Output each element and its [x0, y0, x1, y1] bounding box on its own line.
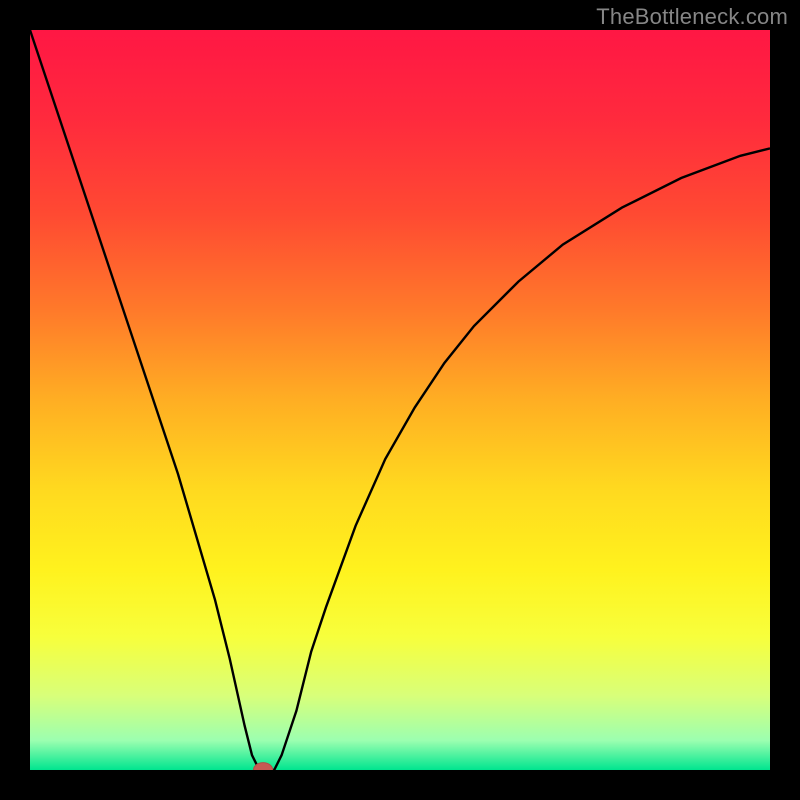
bottleneck-chart — [0, 0, 800, 800]
gradient-background — [30, 30, 770, 770]
optimal-point-marker — [254, 763, 273, 778]
watermark-text: TheBottleneck.com — [596, 4, 788, 30]
chart-frame: TheBottleneck.com — [0, 0, 800, 800]
